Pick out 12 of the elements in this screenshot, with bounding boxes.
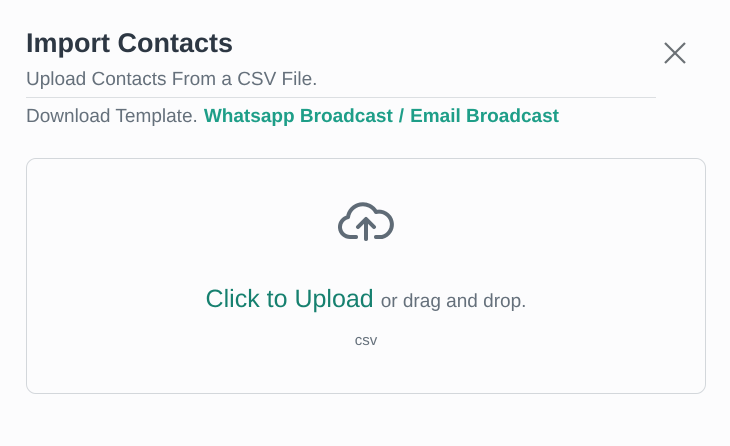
template-label: Download Template. <box>26 106 198 128</box>
upload-dropzone[interactable]: Click to Upload or drag and drop. csv <box>26 158 706 394</box>
cloud-upload-icon <box>337 199 395 241</box>
dialog-subtitle: Upload Contacts From a CSV File. <box>26 69 318 91</box>
file-format-label: csv <box>354 332 378 349</box>
close-icon[interactable] <box>662 40 688 66</box>
template-link[interactable]: Whatsapp Broadcast <box>204 106 393 128</box>
drag-drop-hint: or drag and drop. <box>380 291 526 313</box>
dialog-title: Import Contacts <box>26 28 234 59</box>
upload-link[interactable]: Click to Upload <box>206 285 374 314</box>
template-link[interactable]: Email Broadcast <box>410 106 559 128</box>
link-separator: / <box>398 106 404 128</box>
